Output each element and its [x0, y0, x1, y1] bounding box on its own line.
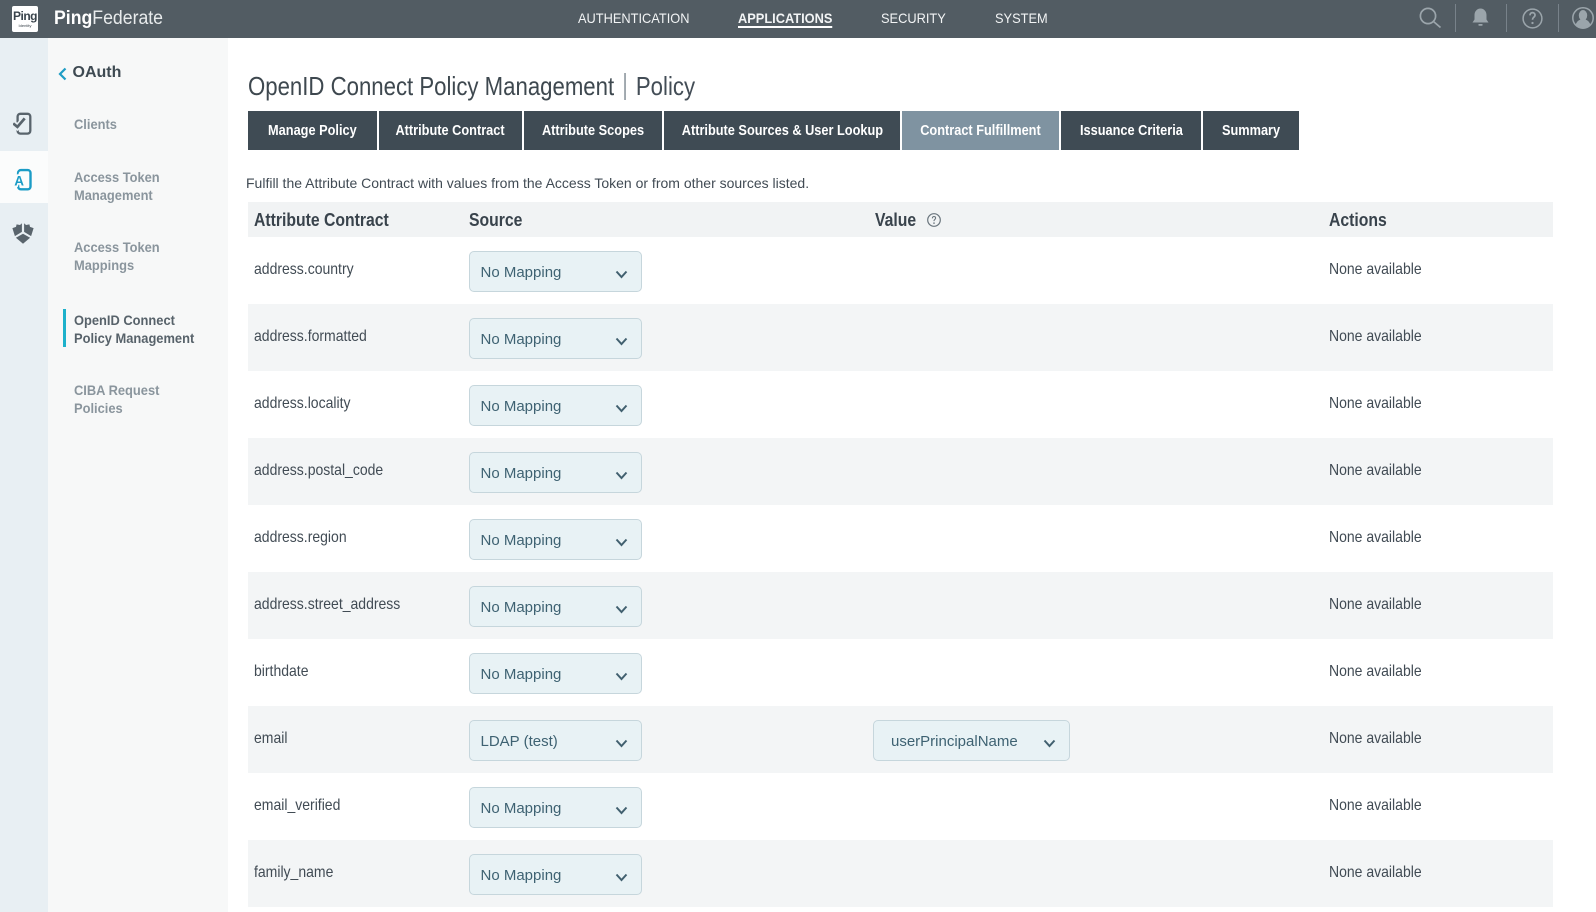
svg-text:A: A	[14, 174, 24, 189]
